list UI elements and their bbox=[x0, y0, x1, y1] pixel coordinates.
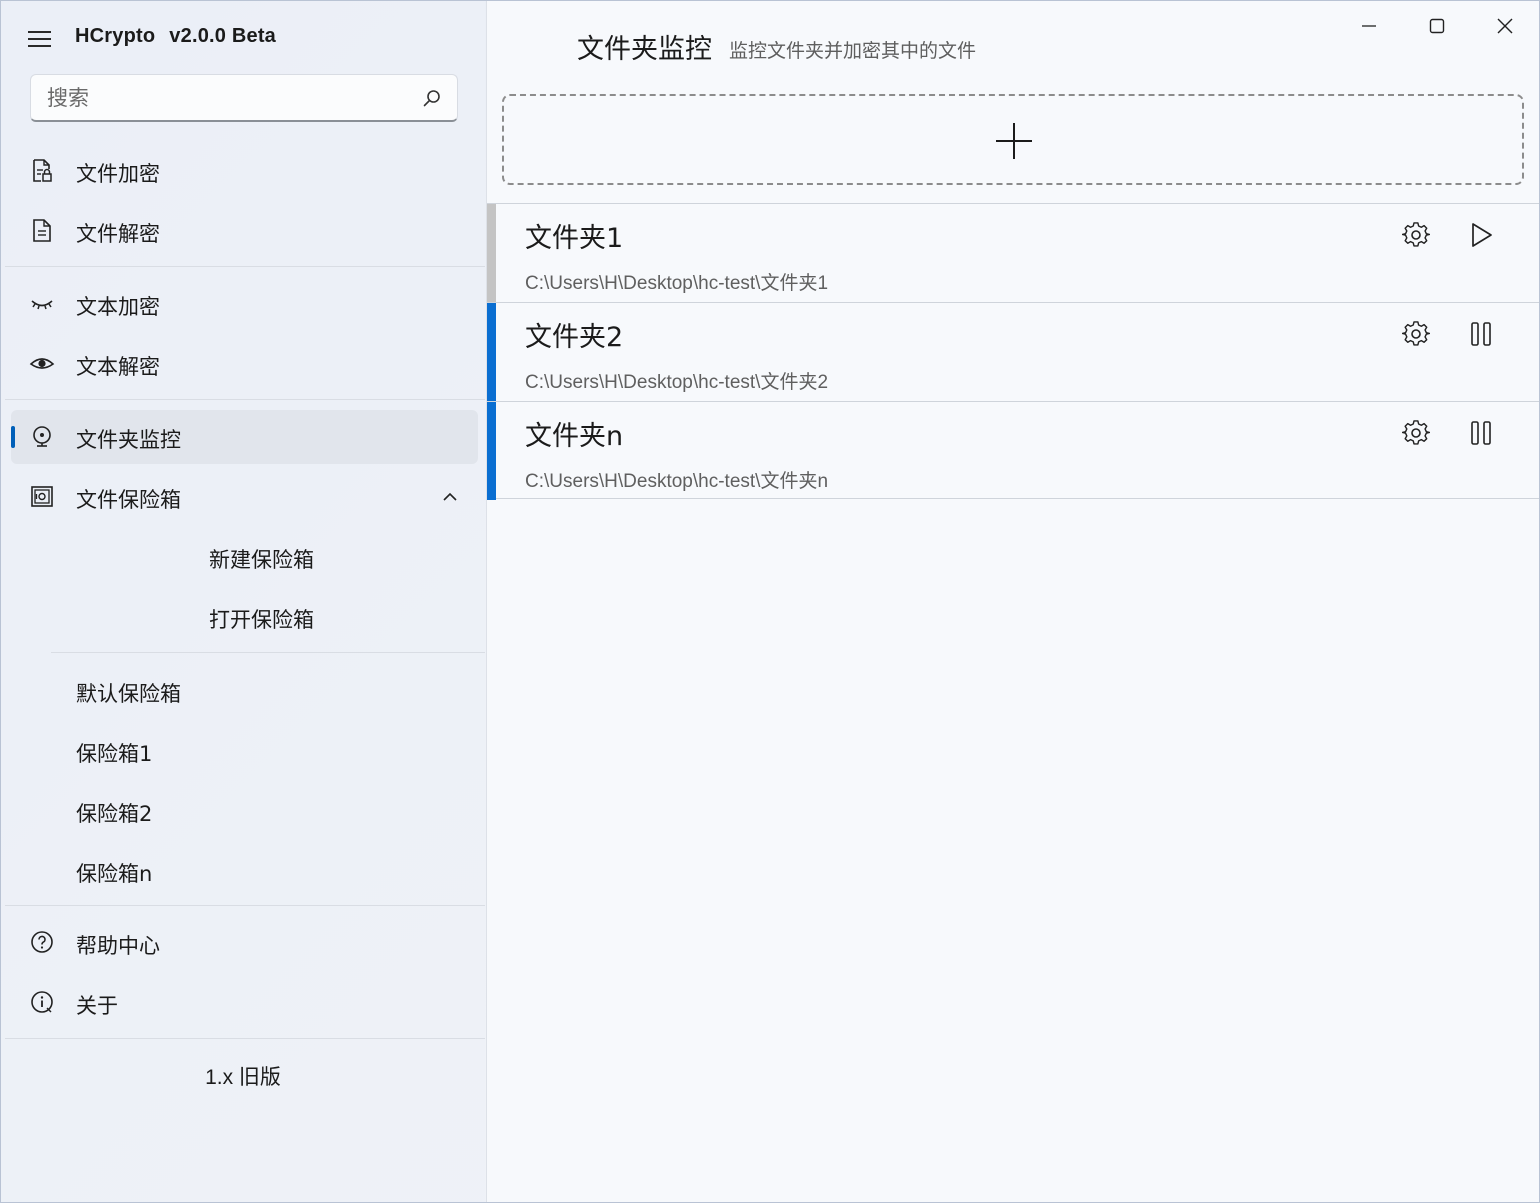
status-bar bbox=[487, 303, 496, 401]
app-version: v2.0.0 Beta bbox=[169, 25, 277, 47]
folder-name: 文件夹n bbox=[525, 421, 624, 452]
play-icon[interactable] bbox=[1467, 221, 1495, 249]
folder-path: C:\Users\H\Desktop\hc-test\文件夹n bbox=[525, 471, 829, 492]
nav-label: 文件解密 bbox=[76, 222, 160, 246]
nav-label: 关于 bbox=[76, 994, 118, 1018]
status-bar bbox=[487, 402, 496, 500]
folder-row[interactable]: 文件夹n C:\Users\H\Desktop\hc-test\文件夹n bbox=[487, 401, 1539, 500]
help-circle-icon bbox=[31, 931, 53, 953]
nav-item-help[interactable]: 帮助中心 bbox=[11, 916, 478, 970]
nav-divider bbox=[5, 905, 485, 906]
nav-item-vault[interactable]: 保险箱n bbox=[11, 844, 478, 898]
nav-label: 文件加密 bbox=[76, 162, 160, 186]
safe-icon bbox=[31, 486, 53, 507]
search-input[interactable] bbox=[45, 81, 419, 115]
nav-label: 保险箱n bbox=[76, 862, 153, 886]
file-text-icon bbox=[33, 219, 51, 242]
nav-item-file-encrypt[interactable]: 文件加密 bbox=[11, 144, 478, 198]
nav-label: 文件夹监控 bbox=[76, 428, 181, 452]
nav-item-file-vault[interactable]: 文件保险箱 bbox=[11, 470, 478, 524]
gear-icon[interactable] bbox=[1402, 320, 1430, 348]
nav-label: 新建保险箱 bbox=[209, 548, 314, 572]
nav-label: 文本解密 bbox=[76, 355, 160, 379]
folder-name: 文件夹2 bbox=[525, 322, 624, 353]
pause-icon[interactable] bbox=[1467, 320, 1495, 348]
page-subtitle: 监控文件夹并加密其中的文件 bbox=[729, 40, 977, 62]
pause-icon[interactable] bbox=[1467, 419, 1495, 447]
nav-divider bbox=[5, 266, 485, 267]
sidebar: HCrypto v2.0.0 Beta 文件加密 bbox=[1, 1, 485, 1202]
app-window: HCrypto v2.0.0 Beta 文件加密 bbox=[0, 0, 1540, 1203]
hamburger-menu-icon[interactable] bbox=[28, 29, 52, 47]
nav-label: 保险箱2 bbox=[76, 802, 153, 826]
nav-label: 帮助中心 bbox=[76, 934, 160, 958]
eye-icon bbox=[29, 358, 55, 369]
nav-item-text-encrypt[interactable]: 文本加密 bbox=[11, 277, 478, 331]
status-bar bbox=[487, 204, 496, 302]
nav-item-file-decrypt[interactable]: 文件解密 bbox=[11, 204, 478, 258]
page-title: 文件夹监控 bbox=[577, 34, 712, 65]
nav-item-vault[interactable]: 默认保险箱 bbox=[11, 664, 478, 718]
chevron-up-icon[interactable] bbox=[442, 489, 458, 505]
folder-path: C:\Users\H\Desktop\hc-test\文件夹1 bbox=[525, 273, 829, 294]
main-content: 文件夹监控 监控文件夹并加密其中的文件 文件夹1 C:\Users\H\Desk… bbox=[486, 1, 1539, 1202]
nav-item-about[interactable]: 关于 bbox=[11, 976, 478, 1030]
sidebar-header: HCrypto v2.0.0 Beta bbox=[1, 1, 485, 73]
gear-icon[interactable] bbox=[1402, 221, 1430, 249]
nav-label: 文本加密 bbox=[76, 295, 160, 319]
minimize-icon[interactable] bbox=[1349, 11, 1389, 41]
search-icon[interactable] bbox=[423, 89, 441, 107]
folder-row[interactable]: 文件夹1 C:\Users\H\Desktop\hc-test\文件夹1 bbox=[487, 203, 1539, 302]
nav-item-new-vault[interactable]: 新建保险箱 bbox=[11, 530, 478, 584]
nav-divider bbox=[5, 399, 485, 400]
legacy-version-button[interactable]: 1.x 旧版 bbox=[1, 1051, 485, 1105]
maximize-icon[interactable] bbox=[1417, 11, 1457, 41]
folder-name: 文件夹1 bbox=[525, 223, 624, 254]
search-box[interactable] bbox=[30, 74, 458, 122]
add-folder-zone[interactable] bbox=[502, 94, 1524, 185]
nav-item-open-vault[interactable]: 打开保险箱 bbox=[11, 590, 478, 644]
plus-icon bbox=[996, 123, 1032, 159]
gear-icon[interactable] bbox=[1402, 419, 1430, 447]
nav-label: 打开保险箱 bbox=[209, 608, 314, 632]
app-title: HCrypto v2.0.0 Beta bbox=[75, 25, 276, 48]
nav-item-folder-monitor[interactable]: 文件夹监控 bbox=[11, 410, 478, 464]
nav-item-vault[interactable]: 保险箱2 bbox=[11, 784, 478, 838]
nav-divider bbox=[51, 652, 485, 653]
nav-item-vault[interactable]: 保险箱1 bbox=[11, 724, 478, 778]
webcam-icon bbox=[33, 426, 51, 447]
info-circle-icon bbox=[31, 991, 53, 1013]
selection-indicator bbox=[11, 426, 15, 448]
nav-item-text-decrypt[interactable]: 文本解密 bbox=[11, 337, 478, 391]
app-name: HCrypto bbox=[75, 25, 156, 47]
eye-closed-icon bbox=[31, 300, 53, 310]
folder-row[interactable]: 文件夹2 C:\Users\H\Desktop\hc-test\文件夹2 bbox=[487, 302, 1539, 401]
folder-path: C:\Users\H\Desktop\hc-test\文件夹2 bbox=[525, 372, 829, 393]
nav-divider bbox=[5, 1038, 485, 1039]
nav-label: 保险箱1 bbox=[76, 742, 153, 766]
nav-label: 默认保险箱 bbox=[76, 682, 181, 706]
close-icon[interactable] bbox=[1485, 11, 1525, 41]
nav-label: 文件保险箱 bbox=[76, 488, 181, 512]
file-lock-icon bbox=[33, 159, 52, 182]
